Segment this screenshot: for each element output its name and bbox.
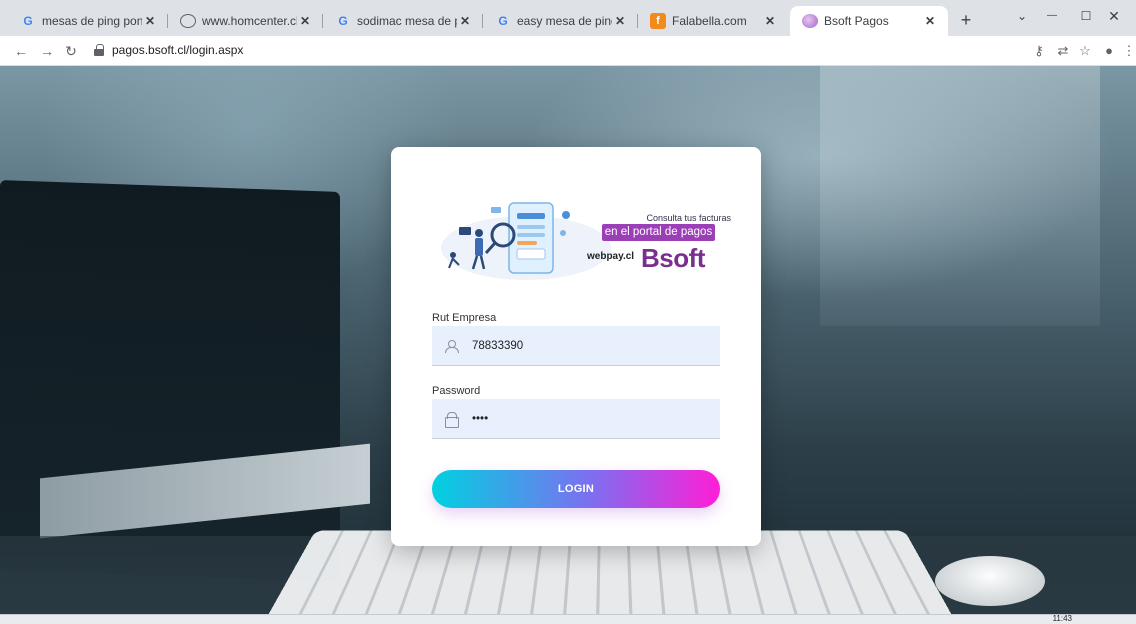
reload-icon[interactable]: ↻ xyxy=(60,40,82,62)
tab-title: www.homcenter.cl xyxy=(202,14,297,28)
tab-easy[interactable]: G easy mesa de ping - Buscar ✕ xyxy=(483,6,638,36)
background-mouse xyxy=(935,556,1045,606)
rut-field[interactable] xyxy=(432,326,720,366)
webpay-logo: webpay.cl xyxy=(587,251,634,262)
lock-icon xyxy=(444,411,459,428)
password-input[interactable]: •••• xyxy=(472,413,488,425)
tab-bsoft-pagos[interactable]: Bsoft Pagos ✕ xyxy=(790,6,948,36)
password-label: Password xyxy=(432,385,481,397)
globe-icon xyxy=(180,14,196,28)
login-button[interactable]: LOGIN xyxy=(432,470,720,508)
close-icon[interactable]: ✕ xyxy=(922,14,938,28)
tab-title: Falabella.com xyxy=(672,14,747,28)
key-icon[interactable]: ⚷ xyxy=(1030,42,1048,60)
lock-icon xyxy=(94,44,104,56)
forward-icon[interactable]: → xyxy=(36,40,58,62)
address-text: pagos.bsoft.cl/login.aspx xyxy=(112,43,244,57)
google-icon: G xyxy=(23,14,33,28)
windows-taskbar: 11:43 xyxy=(0,614,1136,624)
tagline-highlight: en el portal de pagos xyxy=(602,224,715,241)
bsoft-icon xyxy=(802,14,818,28)
google-icon: G xyxy=(338,14,348,28)
browser-tab-strip: G mesas de ping pong barata ✕ www.homcen… xyxy=(0,0,1136,36)
falabella-icon: f xyxy=(650,13,666,29)
rut-input[interactable] xyxy=(472,339,692,352)
new-tab-button[interactable]: + xyxy=(956,10,976,30)
taskbar-clock: 11:43 xyxy=(1052,614,1072,623)
profile-icon[interactable]: ● xyxy=(1100,42,1118,60)
tagline-small: Consulta tus facturas xyxy=(646,213,731,223)
tab-homcenter[interactable]: www.homcenter.cl ✕ xyxy=(168,6,323,36)
tab-title: mesas de ping pong barata xyxy=(42,14,142,28)
address-bar[interactable]: pagos.bsoft.cl/login.aspx xyxy=(94,43,243,57)
star-icon[interactable]: ☆ xyxy=(1076,42,1094,60)
tab-title: easy mesa de ping - Buscar xyxy=(517,14,612,28)
rut-label: Rut Empresa xyxy=(432,312,497,324)
close-icon[interactable]: ✕ xyxy=(297,14,313,28)
webpay-logo-text: webpay.cl xyxy=(587,251,635,262)
tab-title: sodimac mesa de ping pong xyxy=(357,14,457,28)
tab-falabella[interactable]: f Falabella.com ✕ xyxy=(638,6,788,36)
login-card: Consulta tus facturas en el portal de pa… xyxy=(391,147,761,546)
close-icon[interactable]: ✕ xyxy=(142,14,158,28)
page-background: Consulta tus facturas en el portal de pa… xyxy=(0,66,1136,614)
translate-icon[interactable]: ⇄ xyxy=(1054,42,1072,60)
close-icon[interactable]: ✕ xyxy=(457,14,473,28)
close-icon[interactable]: ✕ xyxy=(612,14,628,28)
back-icon[interactable]: ← xyxy=(10,40,32,62)
tab-title: Bsoft Pagos xyxy=(824,14,889,28)
tab-mesas-ping-pong[interactable]: G mesas de ping pong barata ✕ xyxy=(8,6,168,36)
browser-toolbar: ← → ↻ pagos.bsoft.cl/login.aspx ⚷ ⇄ ☆ ● … xyxy=(0,36,1136,66)
window-close-button[interactable]: ✕ xyxy=(1092,4,1136,28)
password-field[interactable]: •••• xyxy=(432,399,720,439)
google-icon: G xyxy=(498,14,508,28)
close-icon[interactable]: ✕ xyxy=(762,14,778,28)
user-icon xyxy=(444,339,459,353)
background-window xyxy=(820,66,1100,326)
bsoft-logo: Bsoft xyxy=(641,243,705,273)
tab-sodimac[interactable]: G sodimac mesa de ping pong ✕ xyxy=(323,6,483,36)
menu-icon[interactable]: ⋮ xyxy=(1120,42,1136,60)
